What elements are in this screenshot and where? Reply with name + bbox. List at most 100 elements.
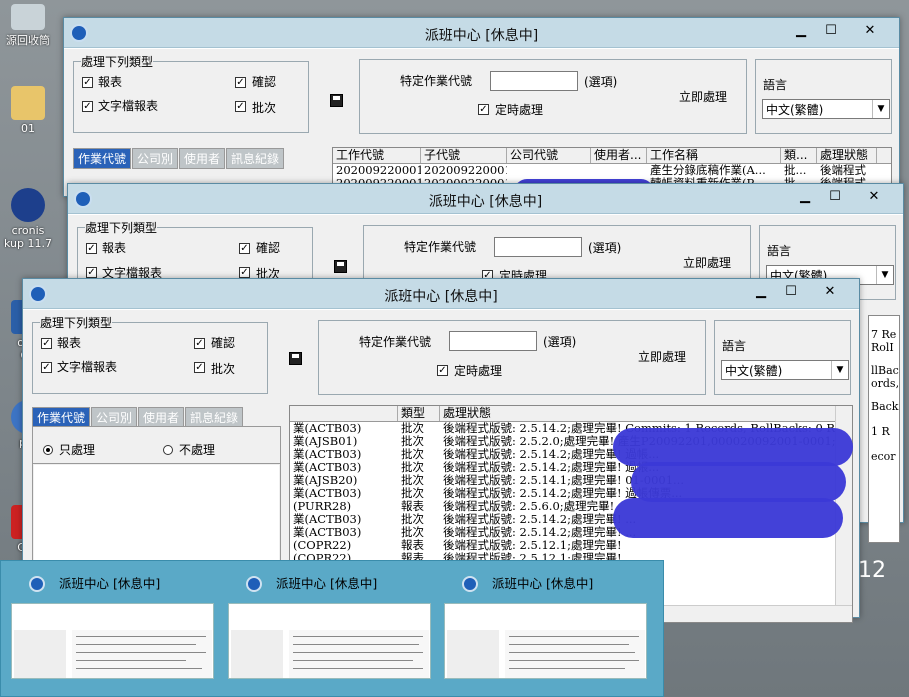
report-checkbox[interactable]: ✓	[82, 77, 93, 88]
batch-checkbox[interactable]: ✓	[239, 267, 250, 278]
confirm-checkbox[interactable]: ✓	[235, 77, 246, 88]
dispatch-window-1[interactable]: 派班中心 [休息中] ▁ ☐ ✕ 處理下列類型 ✓ 報表 ✓ 文字檔報表 ✓ 確…	[63, 17, 900, 205]
col-header[interactable]: 處理狀態	[817, 148, 877, 163]
report-checkbox[interactable]: ✓	[41, 338, 52, 349]
redaction-mark	[631, 462, 846, 502]
window-thumbnail[interactable]: 派班中心 [休息中]	[11, 569, 219, 691]
optional-label: (選項)	[588, 241, 622, 255]
window-thumbnail[interactable]: 派班中心 [休息中]	[444, 569, 652, 691]
cell: 202009220001 24	[336, 164, 421, 177]
acronis-icon[interactable]: cronis kup 11.7	[0, 188, 56, 250]
window-title: 派班中心 [休息中]	[424, 28, 539, 44]
close-button[interactable]: ✕	[851, 186, 897, 208]
col-header[interactable]: 子代號	[421, 148, 507, 163]
tab-messages[interactable]: 訊息紀錄	[226, 148, 285, 169]
cell: 批次	[401, 422, 424, 435]
language-select[interactable]: 中文(繁體) ▼	[762, 99, 890, 119]
language-value: 中文(繁體)	[766, 103, 824, 117]
clock-fragment: 12	[858, 558, 886, 583]
save-icon[interactable]	[330, 94, 343, 107]
text-report-checkbox[interactable]: ✓	[41, 362, 52, 373]
title-bar[interactable]: 派班中心 [休息中] ▁ ☐ ✕	[64, 18, 899, 48]
chevron-down-icon[interactable]: ▼	[872, 100, 889, 118]
cell: 批次	[401, 461, 424, 474]
col-header[interactable]: 類型	[398, 406, 440, 421]
col-header[interactable]: 使用者...	[591, 148, 647, 163]
cell: 業(ACTB03)	[293, 513, 362, 526]
timed-checkbox[interactable]: ✓	[478, 104, 489, 115]
batch-checkbox[interactable]: ✓	[194, 362, 205, 373]
language-select[interactable]: 中文(繁體) ▼	[721, 360, 849, 380]
table-row[interactable]: 202009220001 24 202009220001 產生分錄底稿作業(A.…	[333, 164, 891, 177]
timed-label: 定時處理	[495, 103, 544, 117]
taskbar-preview[interactable]: 派班中心 [休息中] 派班中心 [休息中] 派班中心 [休息中]	[0, 560, 664, 697]
only-process-radio[interactable]	[43, 445, 53, 455]
save-icon[interactable]	[334, 260, 347, 273]
table-row[interactable]: (COPR22) 報表 後端程式版號: 2.5.12.1;處理完畢!	[290, 539, 852, 552]
not-process-radio[interactable]	[163, 445, 173, 455]
cell: 產生分錄底稿作業(A...	[650, 164, 766, 177]
col-header[interactable]	[290, 406, 398, 421]
save-icon[interactable]	[289, 352, 302, 365]
process-now-button[interactable]: 立即處理	[683, 254, 731, 271]
chevron-down-icon[interactable]: ▼	[831, 361, 848, 379]
close-button[interactable]: ✕	[807, 281, 853, 303]
col-header[interactable]: 處理狀態	[440, 406, 836, 421]
cell: 業(ACTB03)	[293, 461, 362, 474]
text-report-checkbox[interactable]: ✓	[82, 101, 93, 112]
confirm-checkbox[interactable]: ✓	[194, 338, 205, 349]
specific-code-input[interactable]	[490, 71, 578, 91]
thumbnail-preview	[444, 603, 647, 679]
fragment: ords,	[871, 377, 900, 390]
process-now-button[interactable]: 立即處理	[638, 348, 686, 365]
window-title: 派班中心 [休息中]	[428, 194, 543, 210]
tab-company[interactable]: 公司別	[132, 148, 179, 169]
cell	[591, 164, 647, 177]
batch-checkbox[interactable]: ✓	[235, 101, 246, 112]
only-process-label: 只處理	[59, 443, 96, 457]
tab-job-code[interactable]: 作業代號	[32, 407, 91, 428]
text-report-checkbox[interactable]: ✓	[86, 267, 97, 278]
optional-label: (選項)	[543, 335, 577, 349]
cell: 批次	[401, 487, 424, 500]
cell: 批...	[784, 164, 807, 177]
window-title: 派班中心 [休息中]	[384, 289, 498, 305]
cell: 業(ACTB03)	[293, 422, 362, 435]
tab-job-code[interactable]: 作業代號	[73, 148, 132, 169]
specific-code-input[interactable]	[449, 331, 537, 351]
cell: 後端程式版號: 2.5.12.1;處理完畢!	[443, 539, 622, 552]
report-checkbox[interactable]: ✓	[86, 243, 97, 254]
tab-company[interactable]: 公司別	[91, 407, 138, 428]
specific-code-input[interactable]	[494, 237, 582, 257]
process-now-button[interactable]: 立即處理	[679, 88, 727, 105]
batch-label: 批次	[252, 101, 277, 115]
minimize-button[interactable]: ▁	[787, 20, 815, 42]
col-header[interactable]: 工作代號	[333, 148, 421, 163]
maximize-button[interactable]: ☐	[817, 20, 845, 42]
chevron-down-icon[interactable]: ▼	[876, 266, 893, 284]
folder-icon[interactable]: 01	[0, 86, 56, 135]
title-bar[interactable]: 派班中心 [休息中] ▁ ☐ ✕	[68, 184, 903, 214]
col-header[interactable]: 類...	[781, 148, 817, 163]
report-label: 報表	[102, 241, 127, 255]
recycle-bin-icon[interactable]: 源回收筒	[0, 4, 56, 48]
col-header[interactable]: 公司代號	[507, 148, 591, 163]
tab-user[interactable]: 使用者	[138, 407, 185, 428]
maximize-button[interactable]: ☐	[821, 186, 849, 208]
thumbnail-title: 派班中心 [休息中]	[59, 576, 161, 591]
fragment: Back	[871, 400, 899, 413]
tab-user[interactable]: 使用者	[179, 148, 226, 169]
title-bar[interactable]: 派班中心 [休息中] ▁ ☐ ✕	[23, 279, 859, 309]
timed-checkbox[interactable]: ✓	[437, 365, 448, 376]
minimize-button[interactable]: ▁	[747, 281, 775, 303]
tab-messages[interactable]: 訊息紀錄	[185, 407, 244, 428]
window-thumbnail[interactable]: 派班中心 [休息中]	[228, 569, 436, 691]
cell: 業(ACTB03)	[293, 487, 362, 500]
close-button[interactable]: ✕	[847, 20, 893, 42]
minimize-button[interactable]: ▁	[791, 186, 819, 208]
maximize-button[interactable]: ☐	[777, 281, 805, 303]
text-report-label: 文字檔報表	[98, 99, 159, 113]
confirm-checkbox[interactable]: ✓	[239, 243, 250, 254]
not-process-label: 不處理	[179, 443, 216, 457]
col-header[interactable]: 工作名稱	[647, 148, 781, 163]
